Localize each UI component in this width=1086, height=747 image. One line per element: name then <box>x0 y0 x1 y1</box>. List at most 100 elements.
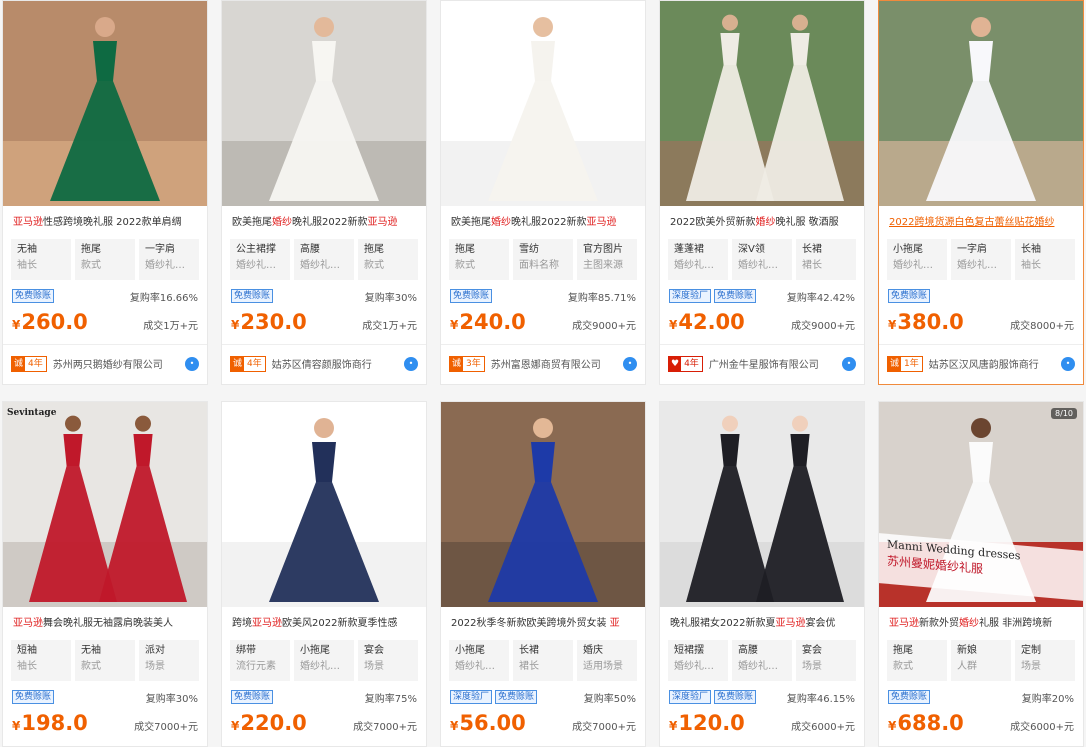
product-image[interactable] <box>222 402 426 607</box>
product-card[interactable]: 亚马逊性感跨境晚礼服 2022款单肩绸 无袖 袖长 拖尾 款式 一字肩 婚纱礼… 免费赊账 复购… <box>2 0 208 385</box>
service-tag[interactable]: 免费赊账 <box>495 690 538 704</box>
shop-row[interactable]: ♥ 4年 广州金牛星服饰有限公司 • <box>660 344 864 382</box>
product-card[interactable]: 跨境亚马逊欧美风2022新款夏季性感 绑带 流行元素 小拖尾 婚纱礼… 宴会 场景 免费赊账复… <box>221 401 427 747</box>
service-row: 免费赊账 复购率75% <box>222 689 426 705</box>
attribute-key: 款式 <box>81 661 101 672</box>
service-tag[interactable]: 免费赊账 <box>12 289 55 303</box>
product-image[interactable] <box>660 402 864 607</box>
attribute-item: 新娘 人群 <box>951 640 1011 681</box>
deal-volume: 成交1万+元 <box>362 321 417 332</box>
deal-volume: 成交7000+元 <box>353 722 417 733</box>
product-title[interactable]: 亚马逊舞会晚礼服无袖露肩晚装美人 <box>3 616 207 632</box>
service-tag[interactable]: 免费赊账 <box>888 289 931 303</box>
product-image[interactable] <box>441 402 645 607</box>
product-card[interactable]: Sevintage 亚马逊舞会晚礼服无袖露肩晚装美人 短袖 袖长 无袖 款式 派对 场景 免费赊… <box>2 401 208 747</box>
product-title[interactable]: 2022跨境货源白色复古蕾丝贴花婚纱 <box>879 215 1083 231</box>
product-photo <box>3 1 207 206</box>
chat-icon[interactable]: • <box>623 356 637 371</box>
chat-icon[interactable]: • <box>1061 356 1075 371</box>
chat-icon[interactable]: • <box>185 356 199 371</box>
product-title[interactable]: 晚礼服裙女2022新款夏亚马逊宴会优 <box>660 616 864 632</box>
product-image[interactable]: Sevintage <box>3 402 207 607</box>
service-tag[interactable]: 深度验厂 <box>669 690 712 704</box>
title-highlight: 亚马逊 <box>13 217 43 228</box>
service-tag[interactable]: 免费赊账 <box>12 690 55 704</box>
chat-icon[interactable]: • <box>842 356 856 371</box>
title-text: 2022秋季冬新款欧美跨境外贸女装 <box>451 618 610 629</box>
shop-name[interactable]: 苏州两只鹅婚纱有限公司 <box>53 356 181 371</box>
attribute-item: 蓬蓬裙 婚纱礼… <box>668 239 728 280</box>
attribute-value: 绑带 <box>236 645 256 656</box>
product-card[interactable]: 欧美拖尾婚纱晚礼服2022新款亚马逊公主裙撑 婚纱礼… 高腰 婚纱礼… 拖尾 款式免费赊账… <box>221 0 427 385</box>
attribute-item: 小拖尾 婚纱礼… <box>294 640 354 681</box>
product-title[interactable]: 跨境亚马逊欧美风2022新款夏季性感 <box>222 616 426 632</box>
trust-badge: 诚 3年 <box>449 355 485 372</box>
price-value: 198.0 <box>21 711 88 735</box>
service-tag[interactable]: 免费赊账 <box>714 690 757 704</box>
product-title[interactable]: 欧美拖尾婚纱晚礼服2022新款亚马逊 <box>222 215 426 231</box>
service-row: 深度验厂 免费赊账 复购率42.42% <box>660 288 864 304</box>
title-text: 晚礼服 敬酒服 <box>775 217 839 228</box>
chat-icon[interactable]: • <box>404 356 418 371</box>
product-card[interactable]: 2022欧美外贸新款婚纱晚礼服 敬酒服 蓬蓬裙 婚纱礼… 深V领 婚纱礼… 长裙 裙长 深度验… <box>659 0 865 385</box>
service-tag[interactable]: 免费赊账 <box>714 289 757 303</box>
product-title[interactable]: 亚马逊性感跨境晚礼服 2022款单肩绸 <box>3 215 207 231</box>
shop-row[interactable]: 诚 1年 姑苏区汉风唐韵服饰商行 • <box>879 344 1083 382</box>
shop-name[interactable]: 姑苏区汉风唐韵服饰商行 <box>929 356 1057 371</box>
attribute-list: 小拖尾 婚纱礼… 长裙 裙长 婚庆 适用场景 <box>441 640 645 681</box>
product-image[interactable] <box>222 1 426 206</box>
service-row: 免费赊账 复购率20% <box>879 689 1083 705</box>
title-highlight: 婚纱 <box>959 618 979 629</box>
attribute-item: 短裙摆 婚纱礼… <box>668 640 728 681</box>
title-highlight: 亚马逊 <box>13 618 43 629</box>
attribute-value: 无袖 <box>17 244 37 255</box>
service-row: 免费赊账 复购率85.71% <box>441 288 645 304</box>
service-tag[interactable]: 深度验厂 <box>669 289 712 303</box>
currency-symbol: ¥ <box>669 719 678 733</box>
product-image[interactable] <box>660 1 864 206</box>
shop-row[interactable]: 诚 3年 苏州富恩娜商贸有限公司 • <box>441 344 645 382</box>
attribute-value: 无袖 <box>81 645 101 656</box>
product-image[interactable] <box>879 1 1083 206</box>
product-title[interactable]: 2022秋季冬新款欧美跨境外贸女装 亚 <box>441 616 645 632</box>
deal-volume: 成交7000+元 <box>134 722 198 733</box>
price-row: ¥260.0 成交1万+元 <box>3 310 207 338</box>
product-card[interactable]: 8/10 Manni Wedding dresses 苏州曼妮婚纱礼服亚马逊新款外贸… <box>878 401 1084 747</box>
shop-row[interactable]: 诚 4年 姑苏区倩容颜服饰商行 • <box>222 344 426 382</box>
shop-name[interactable]: 姑苏区倩容颜服饰商行 <box>272 356 400 371</box>
price: ¥42.00 <box>669 310 745 334</box>
product-card[interactable]: 2022秋季冬新款欧美跨境外贸女装 亚小拖尾 婚纱礼… 长裙 裙长 婚庆 适用场景深度验厂… <box>440 401 646 747</box>
attribute-list: 公主裙撑 婚纱礼… 高腰 婚纱礼… 拖尾 款式 <box>222 239 426 280</box>
product-card[interactable]: 2022跨境货源白色复古蕾丝贴花婚纱 小拖尾 婚纱礼… 一字肩 婚纱礼… 长袖 袖长 免费赊账… <box>878 0 1084 385</box>
service-tag[interactable]: 免费赊账 <box>231 690 274 704</box>
product-photo <box>660 1 864 206</box>
attribute-item: 一字肩 婚纱礼… <box>951 239 1011 280</box>
product-title[interactable]: 欧美拖尾婚纱晚礼服2022新款亚马逊 <box>441 215 645 231</box>
product-card[interactable]: 晚礼服裙女2022新款夏亚马逊宴会优 短裙摆 婚纱礼… 高腰 婚纱礼… 宴会 场景 深度验厂免… <box>659 401 865 747</box>
shop-name[interactable]: 广州金牛星服饰有限公司 <box>709 356 838 371</box>
repurchase-rate: 复购率30% <box>364 292 417 304</box>
product-title[interactable]: 2022欧美外贸新款婚纱晚礼服 敬酒服 <box>660 215 864 231</box>
title-highlight: 亚马逊 <box>367 217 398 228</box>
shop-row[interactable]: 诚 4年 苏州两只鹅婚纱有限公司 • <box>3 344 207 382</box>
product-image[interactable] <box>3 1 207 206</box>
attribute-item: 派对 场景 <box>139 640 199 681</box>
product-title[interactable]: 亚马逊新款外贸婚纱礼服 非洲跨境新 <box>879 616 1083 632</box>
product-image[interactable]: 8/10 Manni Wedding dresses 苏州曼妮婚纱礼服 <box>879 402 1083 607</box>
product-image[interactable] <box>441 1 645 206</box>
attribute-key: 裙长 <box>519 661 539 672</box>
attribute-item: 深V领 婚纱礼… <box>732 239 792 280</box>
service-tag[interactable]: 免费赊账 <box>231 289 274 303</box>
product-card[interactable]: 欧美拖尾婚纱晚礼服2022新款亚马逊 拖尾 款式 雪纺 面料名称 官方图片 主图来源 免费赊账… <box>440 0 646 385</box>
attribute-item: 小拖尾 婚纱礼… <box>887 239 947 280</box>
attribute-item: 高腰 婚纱礼… <box>732 640 792 681</box>
service-tag[interactable]: 免费赊账 <box>450 289 493 303</box>
price: ¥380.0 <box>888 310 964 334</box>
attribute-key: 适用场景 <box>583 661 623 672</box>
attribute-key: 款式 <box>81 260 101 271</box>
service-tag[interactable]: 免费赊账 <box>888 690 931 704</box>
service-tag[interactable]: 深度验厂 <box>450 690 493 704</box>
attribute-item: 一字肩 婚纱礼… <box>139 239 199 280</box>
attribute-key: 婚纱礼… <box>236 260 276 271</box>
shop-name[interactable]: 苏州富恩娜商贸有限公司 <box>491 356 619 371</box>
